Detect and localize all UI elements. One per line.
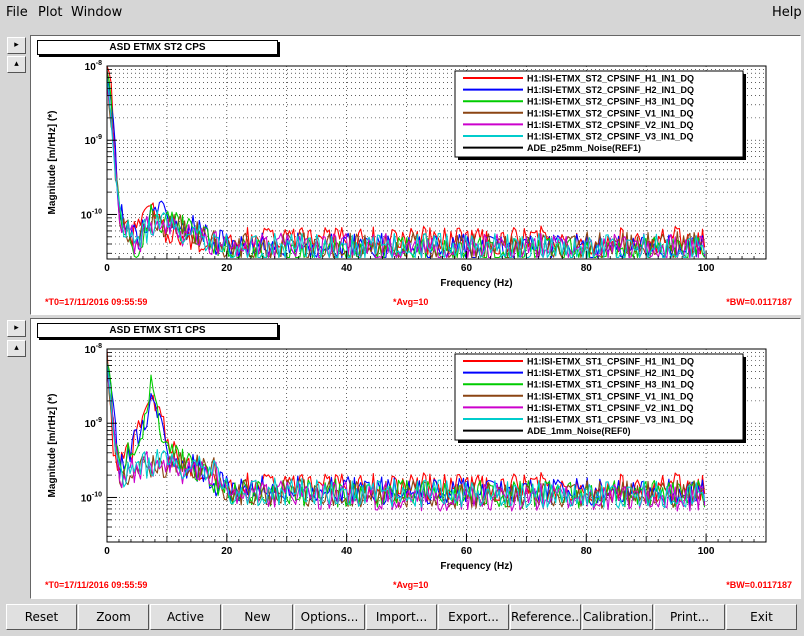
- active-button[interactable]: Active: [150, 604, 221, 630]
- x-tick-label: 0: [104, 546, 110, 557]
- legend: H1:ISI-ETMX_ST1_CPSINF_H1_IN1_DQH1:ISI-E…: [454, 353, 746, 443]
- plot-panel-st1[interactable]: ASD ETMX ST1 CPS 0 20 40 60 80 100 10-8 10-9 10-…: [30, 318, 801, 599]
- print-button[interactable]: Print...: [654, 604, 725, 630]
- footer-t0: *T0=17/11/2016 09:55:59: [45, 580, 147, 590]
- legend-entry: H1:ISI-ETMX_ST1_CPSINF_V2_IN1_DQ: [527, 403, 694, 413]
- legend-entry: H1:ISI-ETMX_ST2_CPSINF_V2_IN1_DQ: [527, 120, 694, 130]
- x-tick-label: 80: [581, 263, 593, 274]
- expand-arrow-button-2[interactable]: ▸: [7, 320, 26, 337]
- legend-entry: H1:ISI-ETMX_ST2_CPSINF_V3_IN1_DQ: [527, 132, 694, 142]
- calibration-button[interactable]: Calibration...: [582, 604, 653, 630]
- y-tick-label: 10-8: [85, 60, 102, 73]
- y-tick-label: 10-8: [85, 343, 102, 356]
- legend-entry: ADE_p25mm_Noise(REF1): [527, 143, 641, 153]
- export-button[interactable]: Export...: [438, 604, 509, 630]
- legend-entry: H1:ISI-ETMX_ST2_CPSINF_H3_IN1_DQ: [527, 97, 694, 107]
- x-tick-label: 20: [221, 263, 233, 274]
- y-axis-label: Magnitude [m/rtHz] (*): [47, 394, 58, 498]
- footer-avg: *Avg=10: [393, 580, 428, 590]
- footer-bw: *BW=0.0117187: [726, 580, 792, 590]
- x-axis-label: Frequency (Hz): [440, 561, 512, 572]
- y-axis-label: Magnitude [m/rtHz] (*): [47, 111, 58, 215]
- legend: H1:ISI-ETMX_ST2_CPSINF_H1_IN1_DQH1:ISI-E…: [454, 70, 746, 160]
- x-tick-label: 60: [461, 263, 473, 274]
- button-bar: Reset Zoom Active New Options... Import.…: [0, 601, 804, 636]
- reset-button[interactable]: Reset: [6, 604, 77, 630]
- legend-entry: H1:ISI-ETMX_ST1_CPSINF_V3_IN1_DQ: [527, 415, 694, 425]
- x-tick-label: 40: [341, 546, 353, 557]
- y-tick-label: 10-9: [85, 134, 102, 147]
- zoom-button[interactable]: Zoom: [78, 604, 149, 630]
- menu-file[interactable]: File: [6, 5, 28, 20]
- plot-panel-st2[interactable]: ASD ETMX ST2 CPS 0 20 40 60 80 100 10-8 10-9 10-…: [30, 35, 801, 315]
- x-tick-label: 80: [581, 546, 593, 557]
- menu-plot[interactable]: Plot: [38, 5, 63, 20]
- collapse-arrow-button-1[interactable]: ▴: [7, 56, 26, 73]
- options-button[interactable]: Options...: [294, 604, 365, 630]
- collapse-arrow-button-2[interactable]: ▴: [7, 340, 26, 357]
- y-tick-label: 10-9: [85, 417, 102, 430]
- legend-entry: H1:ISI-ETMX_ST1_CPSINF_H2_IN1_DQ: [527, 368, 694, 378]
- x-tick-label: 0: [104, 263, 110, 274]
- footer-avg: *Avg=10: [393, 297, 428, 307]
- x-tick-label: 20: [221, 546, 233, 557]
- import-button[interactable]: Import...: [366, 604, 437, 630]
- reference-button[interactable]: Reference...: [510, 604, 581, 630]
- x-tick-label: 60: [461, 546, 473, 557]
- legend-entry: H1:ISI-ETMX_ST2_CPSINF_V1_IN1_DQ: [527, 108, 694, 118]
- asd-chart-st1: 0 20 40 60 80 100 10-8 10-9 10-10 Frequency (Hz) M…: [45, 343, 792, 590]
- legend-entry: H1:ISI-ETMX_ST1_CPSINF_V1_IN1_DQ: [527, 391, 694, 401]
- footer-bw: *BW=0.0117187: [726, 297, 792, 307]
- legend-entry: H1:ISI-ETMX_ST2_CPSINF_H2_IN1_DQ: [527, 85, 694, 95]
- new-button[interactable]: New: [222, 604, 293, 630]
- x-tick-label: 100: [698, 263, 715, 274]
- menu-help[interactable]: Help: [772, 5, 802, 20]
- x-axis-label: Frequency (Hz): [440, 278, 512, 289]
- legend-entry: H1:ISI-ETMX_ST1_CPSINF_H3_IN1_DQ: [527, 380, 694, 390]
- footer-t0: *T0=17/11/2016 09:55:59: [45, 297, 147, 307]
- y-tick-label: 10-10: [81, 491, 102, 504]
- legend-entry: H1:ISI-ETMX_ST2_CPSINF_H1_IN1_DQ: [527, 74, 694, 84]
- legend-entry: H1:ISI-ETMX_ST1_CPSINF_H1_IN1_DQ: [527, 357, 694, 367]
- x-tick-label: 100: [698, 546, 715, 557]
- asd-chart-st2: 0 20 40 60 80 100 10-8 10-9 10-10 Frequency (Hz) M…: [45, 60, 792, 307]
- menu-window[interactable]: Window: [71, 5, 122, 20]
- exit-button[interactable]: Exit: [726, 604, 797, 630]
- x-tick-label: 40: [341, 263, 353, 274]
- legend-entry: ADE_1mm_Noise(REF0): [527, 426, 631, 436]
- expand-arrow-button-1[interactable]: ▸: [7, 37, 26, 54]
- menu-bar: File Plot Window Help: [0, 0, 804, 26]
- y-tick-label: 10-10: [81, 208, 102, 221]
